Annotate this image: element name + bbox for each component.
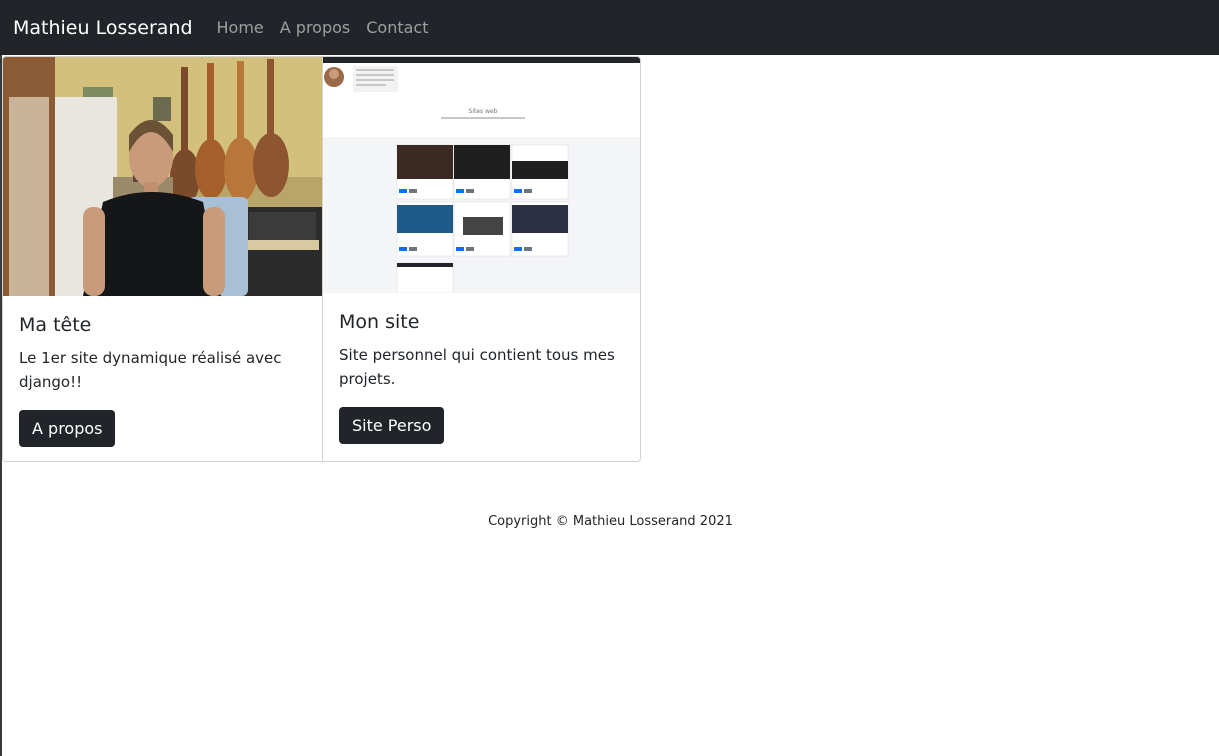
card-title: Ma tête (19, 314, 92, 336)
brand-link[interactable]: Mathieu Losserand (13, 17, 193, 39)
a-propos-button[interactable]: A propos (19, 410, 116, 447)
nav-link-contact[interactable]: Contact (366, 18, 428, 37)
card-text: Le 1er site dynamique réalisé avec djang… (19, 349, 282, 391)
nav-link-home[interactable]: Home (217, 18, 264, 37)
card-ma-tete: Ma tête Le 1er site dynamique réalisé av… (3, 57, 322, 461)
card-title: Mon site (339, 311, 420, 333)
site-perso-button[interactable]: Site Perso (339, 407, 445, 444)
top-navbar: Mathieu Losserand Home A propos Contact (0, 0, 1219, 55)
footer: Copyright © Mathieu Losserand 2021 (0, 514, 1219, 529)
preview-heading: Sites web (469, 108, 498, 115)
card-group: Ma tête Le 1er site dynamique réalisé av… (2, 56, 641, 462)
card-text: Site personnel qui contient tous mes pro… (339, 346, 615, 388)
site-screenshot-image: Sites web (323, 57, 640, 293)
portrait-image (3, 57, 322, 296)
nav-link-a-propos[interactable]: A propos (280, 18, 350, 37)
copyright-text: Copyright © Mathieu Losserand 2021 (488, 514, 733, 529)
card-mon-site: Sites web Mon site Site personnel qui co… (322, 57, 640, 461)
